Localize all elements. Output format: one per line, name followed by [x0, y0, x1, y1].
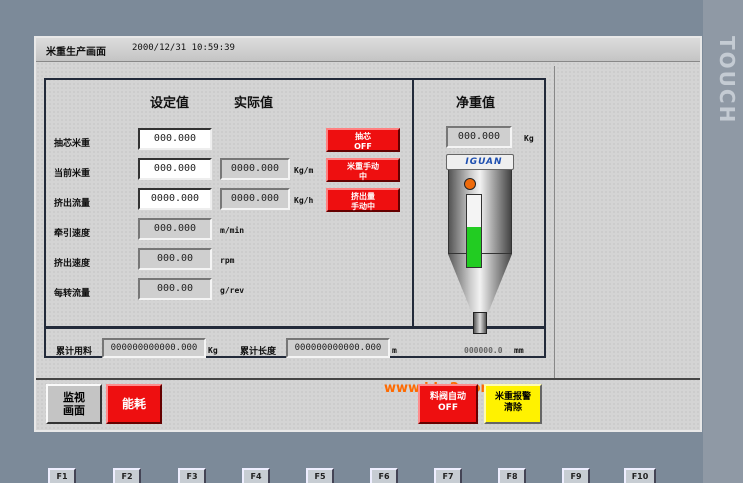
net-weight-unit: Kg — [524, 134, 534, 143]
unit-label: g/rev — [220, 286, 245, 295]
unit-label: Kg/h — [294, 196, 314, 205]
row-label: 挤出流量 — [54, 199, 91, 209]
extra-unit: mm — [514, 346, 524, 355]
hopper-graphic: IGUAN — [442, 154, 522, 338]
f6-key[interactable]: F6 — [370, 468, 398, 483]
actual-header: 实际值 — [234, 96, 274, 111]
row-label: 每转流量 — [54, 289, 91, 299]
unit-label: m/min — [220, 226, 245, 235]
length-total-label: 累计长度 — [240, 347, 277, 357]
weight-actual-display: 0000.000 — [220, 158, 290, 180]
material-total-label: 累计用料 — [56, 347, 93, 357]
row-label: 抽芯米重 — [54, 139, 91, 149]
flow-setpoint-input[interactable]: 0000.000 — [138, 188, 212, 210]
f10-key[interactable]: F10 — [624, 468, 656, 483]
extra-value: 000000.0 — [464, 346, 503, 355]
weight-setpoint-input[interactable]: 000.000 — [138, 158, 212, 180]
f9-key[interactable]: F9 — [562, 468, 590, 483]
row-label: 当前米重 — [54, 169, 91, 179]
divider-line — [36, 378, 700, 380]
material-total-display: 000000000000.000 — [102, 338, 206, 358]
touch-brand: TOUCH — [715, 36, 739, 125]
energy-button[interactable]: 能耗 — [106, 384, 162, 424]
monitor-screen-button[interactable]: 监视 画面 — [46, 384, 102, 424]
core-weight-toggle-button[interactable]: 抽芯 OFF — [326, 128, 400, 152]
f8-key[interactable]: F8 — [498, 468, 526, 483]
f4-key[interactable]: F4 — [242, 468, 270, 483]
title-bar: 米重生产画面 2000/12/31 10:59:39 — [36, 38, 700, 62]
side-panel — [554, 66, 700, 378]
length-total-display: 000000000000.000 — [286, 338, 390, 358]
row-label: 挤出速度 — [54, 259, 91, 269]
setpoint-header: 设定值 — [150, 96, 190, 111]
net-weight-header: 净重值 — [456, 96, 496, 111]
flow-per-rev-display: 000.00 — [138, 278, 212, 300]
level-gauge — [466, 194, 482, 268]
net-weight-display: 000.000 — [446, 126, 512, 148]
f1-key[interactable]: F1 — [48, 468, 76, 483]
unit-label: rpm — [220, 256, 235, 265]
extruder-speed-display: 000.00 — [138, 248, 212, 270]
f2-key[interactable]: F2 — [113, 468, 141, 483]
level-indicator-ball — [464, 178, 476, 190]
haul-off-speed-display: 000.000 — [138, 218, 212, 240]
flow-actual-display: 0000.000 — [220, 188, 290, 210]
weight-manual-button[interactable]: 米重手动 中 — [326, 158, 400, 182]
f3-key[interactable]: F3 — [178, 468, 206, 483]
length-total-unit: m — [392, 346, 397, 355]
hopper-top: IGUAN — [446, 154, 514, 170]
extrude-manual-button[interactable]: 挤出量 手动中 — [326, 188, 400, 212]
core-weight-setpoint-input[interactable]: 000.000 — [138, 128, 212, 150]
alarm-clear-button[interactable]: 米重报警 清除 — [484, 384, 542, 424]
brand-logo: IGUAN — [465, 157, 503, 167]
f5-key[interactable]: F5 — [306, 468, 334, 483]
level-fill — [467, 227, 481, 267]
f7-key[interactable]: F7 — [434, 468, 462, 483]
screen-title: 米重生产画面 — [46, 47, 106, 58]
unit-label: Kg/m — [294, 166, 314, 175]
row-label: 牵引速度 — [54, 229, 91, 239]
hmi-screen: 米重生产画面 2000/12/31 10:59:39 设定值 实际值 净重值 抽… — [34, 36, 702, 432]
material-total-unit: Kg — [208, 346, 218, 355]
valve-auto-button[interactable]: 料阀自动 OFF — [418, 384, 478, 424]
bezel-right: TOUCH — [703, 0, 743, 483]
hopper-neck — [473, 312, 487, 334]
datetime-display: 2000/12/31 10:59:39 — [132, 43, 235, 53]
